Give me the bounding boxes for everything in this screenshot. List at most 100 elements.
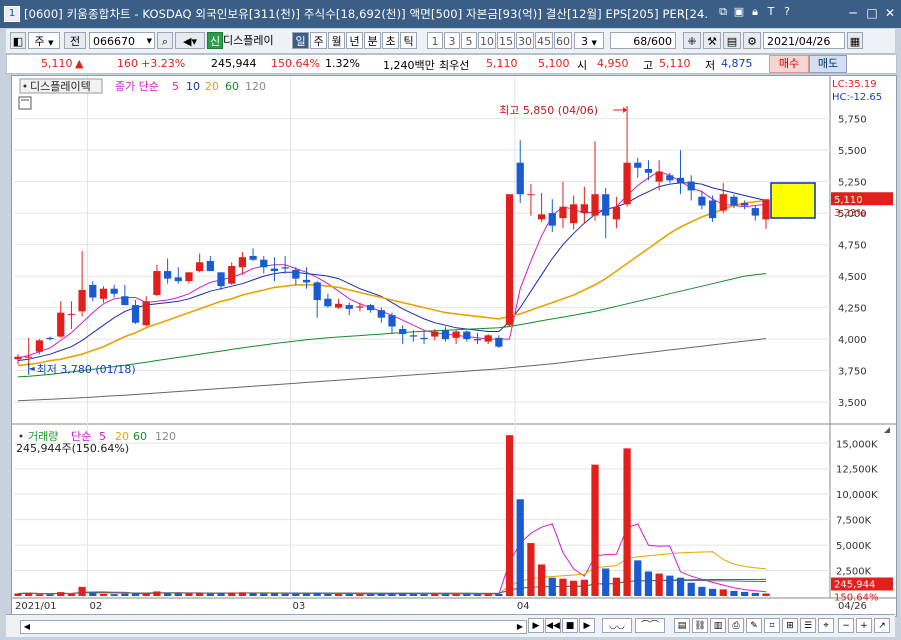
interval-tab-6[interactable]: 틱 [400, 32, 417, 49]
layout-icon[interactable]: ▣ [733, 5, 745, 19]
interval-tab-5[interactable]: 초 [382, 32, 399, 49]
expand-button[interactable]: ↗ [874, 618, 890, 633]
link-button[interactable]: ⛓ [692, 618, 708, 633]
candle [366, 305, 375, 311]
tool1-button[interactable]: ✎ [746, 618, 762, 633]
link-icon[interactable]: ⧉ [717, 5, 729, 19]
tick-count-select[interactable]: 3 ▼ [574, 32, 604, 49]
indicator-button[interactable]: ▤ [674, 618, 690, 633]
candle [505, 194, 514, 326]
time-scrollbar[interactable]: ◀ ▶ [20, 620, 527, 634]
interval-tab-2[interactable]: 월 [328, 32, 345, 49]
interval-tab-1[interactable]: 주 [310, 32, 327, 49]
save-button[interactable]: ▤ [723, 32, 741, 49]
interval-tab-3[interactable]: 년 [346, 32, 363, 49]
candle [99, 288, 108, 299]
volume-bar [751, 592, 759, 596]
candle [388, 315, 396, 327]
minute-tab-5[interactable]: 30 [516, 32, 534, 49]
sell-button[interactable]: 매도 [809, 55, 847, 73]
play-button[interactable]: ▶ [579, 618, 595, 633]
candle [527, 194, 535, 196]
tool2-button[interactable]: ⌗ [764, 618, 780, 633]
volume-bar [121, 593, 129, 596]
settings-button[interactable]: ⚙ [743, 32, 761, 49]
volume-bar [217, 593, 225, 596]
volume-bar [131, 593, 140, 596]
scroll-right-icon[interactable]: ▶ [514, 621, 526, 633]
drawing-icon: ⚒ [707, 35, 717, 48]
print-button[interactable]: ⎙ [728, 618, 744, 633]
sound-button[interactable]: ◀▾ [175, 32, 205, 49]
period-select[interactable]: 주 ▼ [28, 32, 60, 49]
candle [217, 272, 225, 287]
prev-button[interactable]: 전 [64, 32, 86, 49]
tool3-button[interactable]: ⊞ [782, 618, 798, 633]
text-icon[interactable]: T [765, 5, 777, 19]
skip-start-icon: ▶ [532, 621, 540, 631]
scroll-left-icon[interactable]: ◀ [21, 621, 33, 633]
interval-tab-0[interactable]: 일 [292, 32, 309, 49]
candle [420, 337, 428, 340]
stop-button[interactable]: ■ [562, 618, 578, 633]
count-field[interactable]: 68/600 [610, 32, 676, 49]
help-icon[interactable]: ? [781, 5, 793, 19]
minute-tab-0[interactable]: 1 [427, 32, 443, 49]
layout-button[interactable]: ◧ [10, 32, 26, 49]
scan-icon: ⌖ [823, 621, 829, 631]
zoom-in-button[interactable]: ⌒⌒ [635, 618, 665, 633]
minute-tab-3[interactable]: 10 [478, 32, 496, 49]
zoom-plus-button[interactable]: + [856, 618, 872, 633]
pencil-icon: ✎ [750, 621, 758, 631]
zoom-minus-button[interactable]: − [838, 618, 854, 633]
highlight-box [770, 182, 816, 219]
minimize-icon[interactable]: ─ [845, 5, 861, 21]
minute-tab-6[interactable]: 45 [535, 32, 553, 49]
zoom-out-button[interactable]: ◡◡ [602, 618, 632, 633]
volume-bar [708, 588, 717, 596]
volume-bar [473, 594, 482, 596]
tool5-button[interactable]: ⌖ [818, 618, 834, 633]
volume-ma20-line [17, 551, 767, 595]
minute-tab-7[interactable]: 60 [554, 32, 572, 49]
current-price-label: 5,110 [834, 195, 863, 206]
candle [687, 181, 695, 191]
search-button[interactable]: ⌕ [157, 32, 173, 49]
volume-bar [366, 594, 375, 596]
volume-bar [516, 499, 524, 596]
turnover-rate: 1.32% [325, 57, 360, 70]
volume-bar [249, 593, 257, 596]
minute-tab-4[interactable]: 15 [497, 32, 515, 49]
maximize-icon[interactable]: □ [864, 5, 880, 21]
volume-bar [89, 592, 97, 596]
minute-tab-1[interactable]: 3 [444, 32, 460, 49]
buy-button[interactable]: 매수 [769, 55, 809, 73]
save-image-button[interactable]: ▥ [710, 618, 726, 633]
minute-tab-2[interactable]: 5 [461, 32, 477, 49]
chart-svg[interactable]: 5,7505,5005,2505,0004,7504,5004,2504,000… [12, 76, 896, 616]
best-ask-label: 최우선 [439, 59, 470, 72]
rewind-button[interactable]: ◀◀ [545, 618, 561, 633]
calendar-button[interactable]: ▦ [847, 32, 863, 49]
tools-button[interactable]: ⚒ [703, 32, 721, 49]
price-tick-label: 5,250 [838, 178, 867, 189]
volume-bar [719, 589, 727, 596]
stock-code-field[interactable]: 066670 ▼ [89, 32, 155, 49]
volume-bar [527, 543, 535, 596]
tool4-button[interactable]: ☰ [800, 618, 816, 633]
volume-bar [313, 592, 321, 596]
close-icon[interactable]: ✕ [882, 5, 898, 21]
crosshair-button[interactable]: ⁜ [683, 32, 701, 49]
volume-bar [67, 593, 76, 596]
volume-bar [153, 591, 161, 596]
speaker-icon: ◀▾ [183, 35, 197, 48]
crosshair-icon: ⁜ [687, 35, 697, 48]
skip-start-button[interactable]: ▶ [528, 618, 544, 633]
date-field[interactable]: 2021/04/26 [763, 32, 845, 49]
lock-icon[interactable]: 🔒︎ [749, 5, 761, 19]
candle [185, 272, 193, 282]
chart-area[interactable]: 5,750 5,500 5,250 5,000 4,750 4,500 4,250 4,000… [11, 75, 897, 617]
volume-bar [399, 593, 407, 596]
interval-tab-4[interactable]: 분 [364, 32, 381, 49]
ma-legend-period: 60 [225, 80, 239, 93]
